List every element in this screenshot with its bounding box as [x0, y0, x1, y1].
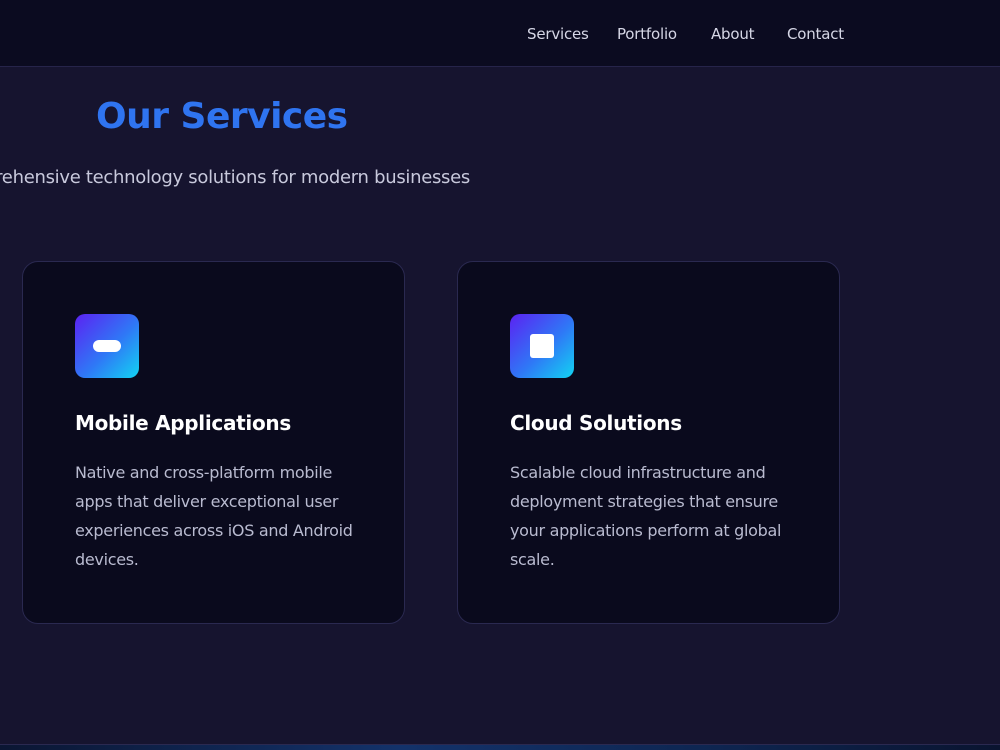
square-shape-icon: [530, 334, 554, 358]
service-card-mobile: Mobile Applications Native and cross-pla…: [22, 261, 405, 624]
card-title: Mobile Applications: [75, 411, 291, 435]
service-card-cloud: Cloud Solutions Scalable cloud infrastru…: [457, 261, 840, 624]
nav-link-services[interactable]: Services: [527, 24, 589, 44]
top-navigation-bar: Services Portfolio About Contact: [0, 0, 1000, 67]
card-description: Scalable cloud infrastructure and deploy…: [510, 463, 782, 569]
main-nav: Services Portfolio About Contact: [0, 24, 1000, 46]
mobile-app-icon: [75, 314, 139, 378]
cloud-solutions-icon: [510, 314, 574, 378]
card-description: Native and cross-platform mobile apps th…: [75, 463, 353, 569]
nav-link-about[interactable]: About: [711, 24, 755, 44]
section-subtitle: Comprehensive technology solutions for m…: [0, 167, 470, 188]
card-title: Cloud Solutions: [510, 411, 682, 435]
section-title: Our Services: [96, 96, 348, 137]
nav-link-contact[interactable]: Contact: [787, 24, 844, 44]
page: Services Portfolio About Contact Our Ser…: [0, 0, 1000, 750]
next-section-edge: [0, 744, 1000, 750]
nav-link-portfolio[interactable]: Portfolio: [617, 24, 677, 44]
pill-shape-icon: [93, 340, 121, 352]
